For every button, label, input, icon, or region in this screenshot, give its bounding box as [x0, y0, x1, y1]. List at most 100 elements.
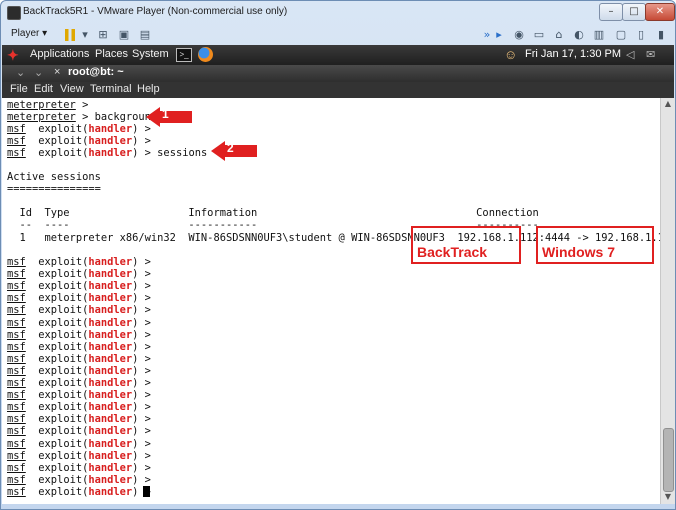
- exploit-suffix: ) >: [132, 473, 151, 486]
- exploit-prefix: exploit(: [25, 364, 89, 377]
- dropdown-icon[interactable]: ▾: [79, 29, 91, 41]
- user-icon[interactable]: ☺: [504, 47, 518, 62]
- handler-module: handler: [88, 352, 133, 365]
- exploit-suffix: ) >: [132, 147, 151, 159]
- terminal-launcher-icon[interactable]: >_: [176, 48, 192, 62]
- handler-module: handler: [88, 304, 133, 317]
- maximize-button[interactable]: □: [622, 3, 646, 21]
- unity-icon[interactable]: ▤: [139, 29, 151, 41]
- mail-icon[interactable]: ✉: [646, 48, 655, 61]
- exploit-prefix: exploit(: [25, 425, 89, 438]
- exploit-suffix: ) >: [132, 328, 151, 341]
- scroll-thumb[interactable]: [663, 428, 674, 492]
- exploit-suffix: ) >: [132, 268, 151, 281]
- msf-prompt-line: msf exploit(handler) >: [7, 135, 151, 147]
- minimize-button[interactable]: –: [599, 3, 623, 21]
- system-menu[interactable]: System: [132, 48, 169, 60]
- terminal-output[interactable]: meterpreter > meterpreter > background A…: [2, 98, 675, 504]
- arrow-1-shape: [146, 107, 192, 127]
- pause-icon[interactable]: [65, 29, 75, 41]
- msf-prompt: msf: [7, 352, 26, 365]
- terminal-titlebar: ⌄ ⌄ × root@bt: ~: [2, 65, 674, 82]
- message-icon[interactable]: ▢: [615, 29, 627, 41]
- usb-icon[interactable]: ⌂: [553, 29, 565, 41]
- lock-icon[interactable]: ▮: [655, 29, 667, 41]
- sessions-table-header: Id Type Information Connection: [7, 207, 539, 219]
- msf-prompt: msf: [7, 268, 26, 281]
- msf-prompt-line: msf exploit(handler) >: [7, 413, 151, 425]
- menu-file[interactable]: File: [10, 83, 28, 95]
- printer-icon[interactable]: ▥: [593, 29, 605, 41]
- msf-prompt-line: msf exploit(handler) >: [7, 425, 151, 437]
- line-text: >: [75, 99, 89, 111]
- places-menu[interactable]: Places: [95, 48, 128, 60]
- device-icon[interactable]: ▯: [635, 29, 647, 41]
- exploit-prefix: exploit(: [25, 352, 89, 365]
- meterpreter-prompt: meterpreter: [7, 99, 76, 111]
- firefox-icon[interactable]: [198, 47, 213, 62]
- exploit-prefix: exploit(: [25, 485, 89, 498]
- disk-icon[interactable]: ◉: [513, 29, 525, 41]
- terminal-line: meterpreter >: [7, 99, 88, 111]
- handler-module: handler: [88, 316, 133, 329]
- exploit-prefix: exploit(: [25, 135, 89, 147]
- msf-prompt: msf: [7, 437, 26, 450]
- msf-prompt: msf: [7, 425, 26, 438]
- floppy-icon[interactable]: ▭: [533, 29, 545, 41]
- msf-prompt-line: msf exploit(handler) >: [7, 474, 151, 486]
- handler-module: handler: [88, 340, 133, 353]
- menu-edit[interactable]: Edit: [34, 83, 53, 95]
- handler-module: handler: [88, 292, 133, 305]
- exploit-suffix: ) >: [132, 364, 151, 377]
- fullscreen-icon[interactable]: ▣: [118, 29, 130, 41]
- clock[interactable]: Fri Jan 17, 1:30 PM: [525, 48, 621, 60]
- msf-prompt: msf: [7, 147, 26, 159]
- msf-prompt: msf: [7, 377, 26, 389]
- terminal-scrollbar[interactable]: ▲ ▼: [660, 98, 675, 504]
- menu-view[interactable]: View: [60, 83, 84, 95]
- play-icon[interactable]: ▸: [493, 29, 505, 41]
- volume-icon[interactable]: ◁: [626, 48, 634, 61]
- scroll-up-icon[interactable]: ▲: [663, 99, 673, 109]
- handler-module: handler: [88, 147, 133, 159]
- msf-prompt: msf: [7, 364, 26, 377]
- player-menu-button[interactable]: Player ▾: [11, 28, 47, 39]
- msf-prompt: msf: [7, 135, 26, 147]
- vmware-toolbar: Player ▾ ▾ ⊞ ▣ ▤ » ▸ ◉ ▭ ⌂ ◐ ▥ ▢ ▯ ▮: [1, 25, 675, 45]
- menu-terminal[interactable]: Terminal: [90, 83, 132, 95]
- handler-module: handler: [88, 473, 133, 486]
- send-ctrl-alt-del-icon[interactable]: »: [481, 29, 493, 41]
- exploit-prefix: exploit(: [25, 461, 89, 474]
- menu-help[interactable]: Help: [137, 83, 160, 95]
- exploit-suffix: ) >: [132, 352, 151, 365]
- terminal-menubar: File Edit View Terminal Help: [2, 82, 674, 98]
- msf-prompt-line: msf exploit(handler) >: [7, 280, 151, 292]
- scroll-down-icon[interactable]: ▼: [663, 492, 673, 502]
- gnome-top-panel: ✦ Applications Places System >_ ☺ Fri Ja…: [2, 45, 674, 65]
- exploit-suffix: ) >: [132, 437, 151, 450]
- network-icon[interactable]: ⊞: [97, 29, 109, 41]
- handler-module: handler: [88, 280, 133, 293]
- msf-prompt-line: msf exploit(handler) >: [7, 389, 151, 401]
- exploit-prefix: exploit(: [25, 401, 89, 414]
- terminal-close-icon[interactable]: ×: [54, 66, 60, 78]
- handler-module: handler: [88, 328, 133, 341]
- handler-module: handler: [88, 413, 133, 426]
- msf-prompt: msf: [7, 485, 26, 498]
- msf-prompt-line: msf exploit(handler) >: [7, 292, 151, 304]
- exploit-prefix: exploit(: [25, 280, 89, 293]
- handler-module: handler: [88, 364, 133, 377]
- exploit-prefix: exploit(: [25, 316, 89, 329]
- window-title: BackTrack5R1 - VMware Player (Non-commer…: [23, 6, 288, 17]
- handler-module: handler: [88, 256, 133, 268]
- close-button[interactable]: ✕: [645, 3, 675, 21]
- msf-prompt: msf: [7, 473, 26, 486]
- exploit-suffix: ) >: [132, 280, 151, 293]
- exploit-suffix: ) >: [132, 425, 151, 438]
- applications-menu[interactable]: Applications: [30, 48, 89, 60]
- backtrack-logo-icon[interactable]: ✦: [7, 47, 25, 63]
- msf-prompt-line: msf exploit(handler) >: [7, 462, 151, 474]
- sound-icon[interactable]: ◐: [573, 29, 585, 41]
- collapse-icon[interactable]: ⌄: [34, 66, 43, 79]
- window-menu-icon[interactable]: ⌄: [16, 66, 25, 79]
